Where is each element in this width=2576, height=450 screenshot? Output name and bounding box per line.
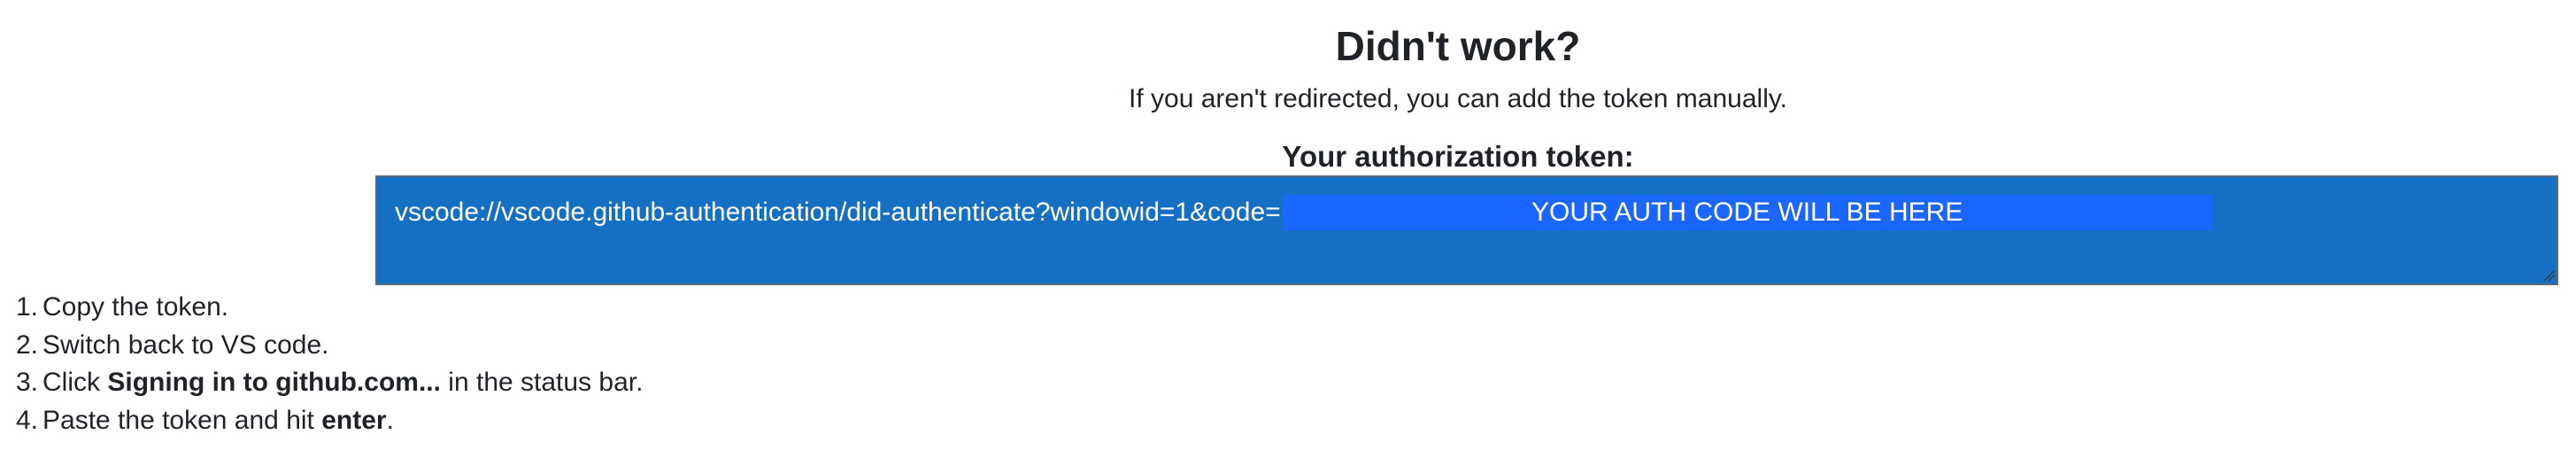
instruction-step: 4. Paste the token and hit enter.: [16, 402, 643, 440]
token-url-prefix[interactable]: vscode://vscode.github-authentication/di…: [395, 195, 1281, 230]
instruction-step: 2. Switch back to VS code.: [16, 327, 643, 365]
step-text: Copy the token.: [42, 292, 229, 322]
step-text: Paste the token and hit: [42, 405, 322, 435]
instruction-list: 1. Copy the token. 2. Switch back to VS co…: [16, 289, 643, 439]
step-text: .: [386, 405, 394, 435]
step-number: 1.: [16, 292, 39, 322]
page-subtitle: If you aren't redirected, you can add th…: [1129, 84, 1787, 113]
step-text: Switch back to VS code.: [42, 330, 329, 360]
page-title: Didn't work?: [1335, 23, 1581, 69]
resize-handle-icon[interactable]: [2542, 269, 2555, 282]
step-text: in the status bar.: [440, 368, 644, 397]
token-textarea[interactable]: vscode://vscode.github-authentication/di…: [375, 175, 2558, 285]
step-number: 4.: [16, 405, 39, 435]
instruction-step: 1. Copy the token.: [16, 289, 643, 327]
instruction-step: 3. Click Signing in to github.com... in t…: [16, 364, 643, 402]
step-number: 3.: [16, 368, 39, 397]
step-bold-text: enter: [321, 405, 387, 435]
step-number: 2.: [16, 330, 39, 360]
token-label: Your authorization token:: [1282, 140, 1634, 173]
step-text: Click: [42, 368, 108, 397]
token-code-selection[interactable]: YOUR AUTH CODE WILL BE HERE: [1282, 195, 2212, 230]
step-bold-text: Signing in to github.com...: [107, 368, 441, 397]
